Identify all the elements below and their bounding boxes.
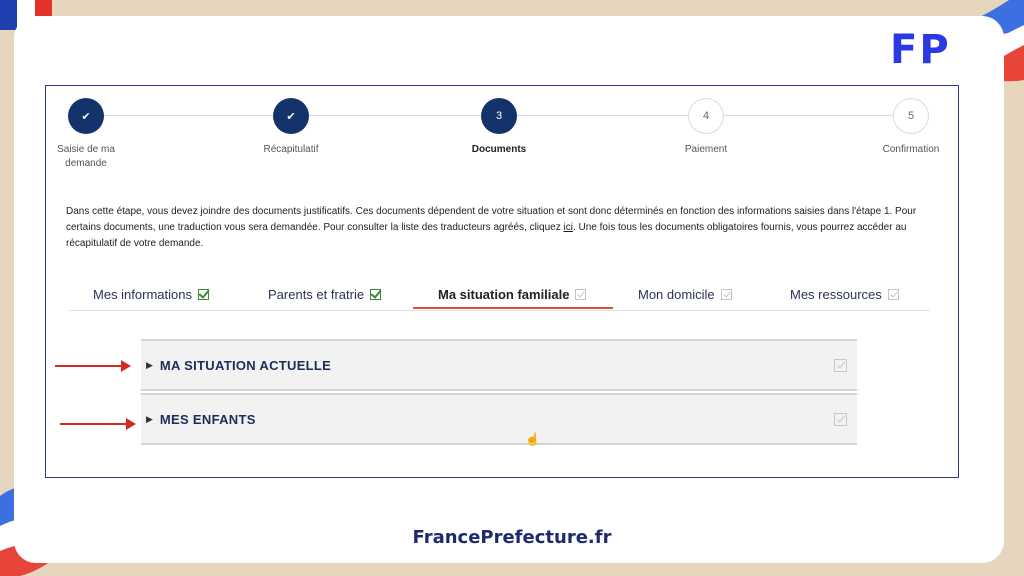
- tab-mes-ressources[interactable]: Mes ressources: [790, 280, 899, 309]
- step-label: Récapitulatif: [263, 144, 319, 155]
- step-label: Confirmation: [882, 144, 940, 155]
- red-arrow-icon: [55, 360, 131, 372]
- tab-mes-informations[interactable]: Mes informations: [93, 280, 209, 309]
- checkbox-checked-icon: [197, 289, 209, 300]
- instructions-text: Dans cette étape, vous devez joindre des…: [66, 204, 946, 252]
- step-paiement[interactable]: 4 Paiement: [646, 98, 766, 157]
- tab-label: Ma situation familiale: [438, 287, 570, 302]
- step-confirmation[interactable]: 5 Confirmation: [851, 98, 971, 157]
- check-icon: ✔: [68, 98, 104, 134]
- checkbox-checked-icon: [370, 289, 382, 300]
- screenshot-frame: ✔ Saisie de ma demande ✔ Récapitulatif 3…: [45, 85, 959, 478]
- tab-ma-situation-familiale[interactable]: Ma situation familiale: [438, 280, 587, 309]
- step-number: 5: [893, 98, 929, 134]
- translators-link[interactable]: ici: [564, 222, 573, 233]
- tab-parents-fratrie[interactable]: Parents et fratrie: [268, 280, 382, 309]
- progress-stepper: ✔ Saisie de ma demande ✔ Récapitulatif 3…: [46, 86, 958, 186]
- tab-mon-domicile[interactable]: Mon domicile: [638, 280, 732, 309]
- document-tabs: Mes informations Parents et fratrie Ma s…: [68, 280, 930, 311]
- step-label: Paiement: [684, 144, 728, 155]
- step-label: Saisie de ma demande: [57, 144, 115, 169]
- hand-cursor-icon: ☝: [525, 432, 540, 446]
- checkbox-unchecked-icon: [575, 289, 587, 300]
- accordion-title: MES ENFANTS: [159, 411, 256, 427]
- red-arrow-icon: [60, 418, 136, 430]
- step-number: 4: [688, 98, 724, 134]
- footer-brand: FrancePrefecture.fr: [412, 527, 612, 548]
- step-number: 3: [481, 98, 517, 134]
- caret-right-icon: ▶: [146, 359, 153, 370]
- checkbox-unchecked-icon: [887, 289, 899, 300]
- checkbox-unchecked-icon: [834, 413, 847, 426]
- fp-logo: FP: [890, 27, 951, 73]
- checkbox-unchecked-icon: [720, 289, 732, 300]
- check-icon: ✔: [273, 98, 309, 134]
- step-recapitulatif[interactable]: ✔ Récapitulatif: [231, 98, 351, 157]
- step-saisie[interactable]: ✔ Saisie de ma demande: [26, 98, 146, 171]
- tab-label: Mes ressources: [790, 287, 882, 302]
- step-label: Documents: [471, 144, 527, 155]
- accordion-ma-situation-actuelle[interactable]: ▶ MA SITUATION ACTUELLE: [141, 339, 857, 391]
- accordion-mes-enfants[interactable]: ▶ MES ENFANTS: [141, 393, 857, 445]
- step-documents[interactable]: 3 Documents: [439, 98, 559, 157]
- tab-label: Parents et fratrie: [268, 287, 365, 302]
- caret-right-icon: ▶: [146, 413, 153, 424]
- tab-label: Mon domicile: [638, 287, 715, 302]
- accordion-title: MA SITUATION ACTUELLE: [159, 357, 332, 373]
- active-tab-indicator: [413, 307, 613, 309]
- checkbox-unchecked-icon: [834, 359, 847, 372]
- tab-label: Mes informations: [93, 287, 192, 302]
